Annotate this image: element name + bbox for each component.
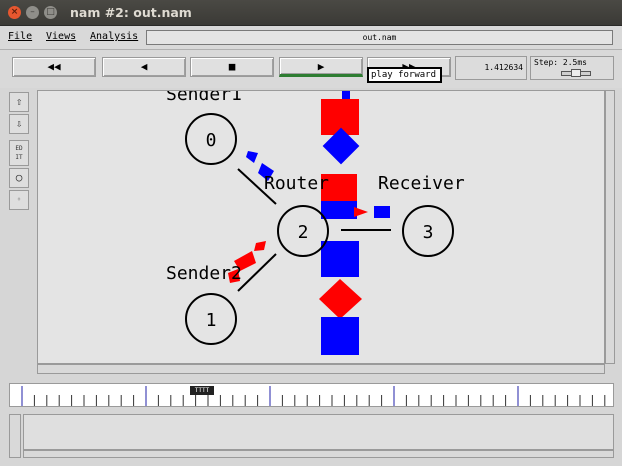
step-slider-thumb[interactable] [571, 69, 581, 77]
playback-toolbar: ◀◀ ◀ ■ ▶ ▶▶ 1.412634 Step: 2.5ms [0, 50, 622, 88]
node-2-id: 2 [298, 222, 309, 243]
packet [342, 91, 350, 99]
step-control: Step: 2.5ms [530, 56, 614, 80]
packet [254, 241, 266, 251]
play-forward-tooltip: play forward [367, 67, 442, 83]
play-forward-button[interactable]: ▶ [279, 57, 363, 77]
menu-views[interactable]: Views [46, 31, 76, 42]
canvas-horizontal-scrollbar[interactable] [37, 364, 605, 374]
maximize-button[interactable]: □ [44, 6, 57, 19]
step-back-button[interactable]: ◀ [102, 57, 186, 77]
network-canvas[interactable]: 0 1 2 3 Sender1 Sender2 Router Receiver [37, 90, 605, 364]
bottom-panel-horizontal-scrollbar[interactable] [23, 450, 614, 458]
packet [321, 241, 359, 277]
bottom-panel-scrollbar[interactable] [9, 414, 21, 458]
close-button[interactable]: × [8, 6, 21, 19]
minimize-button[interactable]: – [26, 6, 39, 19]
timeline-marker[interactable]: TTTT [190, 386, 214, 395]
window-title: nam #2: out.nam [70, 5, 192, 20]
packet [374, 206, 390, 218]
menu-file[interactable]: File [8, 31, 32, 42]
edit-button[interactable]: ED IT [9, 140, 29, 166]
node-0-id: 0 [206, 130, 217, 151]
node-0-label: Sender1 [166, 91, 242, 105]
annotation-area [23, 414, 614, 450]
time-display: 1.412634 [455, 56, 527, 80]
canvas-vertical-scrollbar[interactable] [605, 90, 615, 364]
zoom-out-icon[interactable]: ⇩ [9, 114, 29, 134]
node-2-label: Router [264, 173, 329, 194]
menu-analysis[interactable]: Analysis [90, 31, 138, 42]
tool-column: ⇧ ⇩ ED IT ○ ◦ [9, 92, 29, 372]
timeline-slider[interactable]: TTTT [9, 383, 614, 407]
rewind-button[interactable]: ◀◀ [12, 57, 96, 77]
zoom-in-icon[interactable]: ⇧ [9, 92, 29, 112]
packet [321, 317, 359, 355]
step-label: Step: 2.5ms [534, 58, 587, 67]
packet [246, 151, 258, 163]
node-1-label: Sender2 [166, 263, 242, 284]
bottom-panel [9, 414, 614, 458]
node-3-id: 3 [423, 222, 434, 243]
step-slider-track[interactable] [561, 69, 591, 77]
node-3-label: Receiver [378, 173, 465, 194]
small-circle-tool-icon[interactable]: ◦ [9, 190, 29, 210]
menu-bar: File Views Analysis out.nam [0, 26, 622, 50]
circle-tool-icon[interactable]: ○ [9, 168, 29, 188]
filename-display: out.nam [146, 30, 613, 45]
packet [354, 207, 368, 217]
title-bar: × – □ nam #2: out.nam [0, 0, 622, 26]
node-1-id: 1 [206, 310, 217, 331]
packet [321, 201, 357, 219]
stop-button[interactable]: ■ [190, 57, 274, 77]
packet [319, 279, 362, 319]
